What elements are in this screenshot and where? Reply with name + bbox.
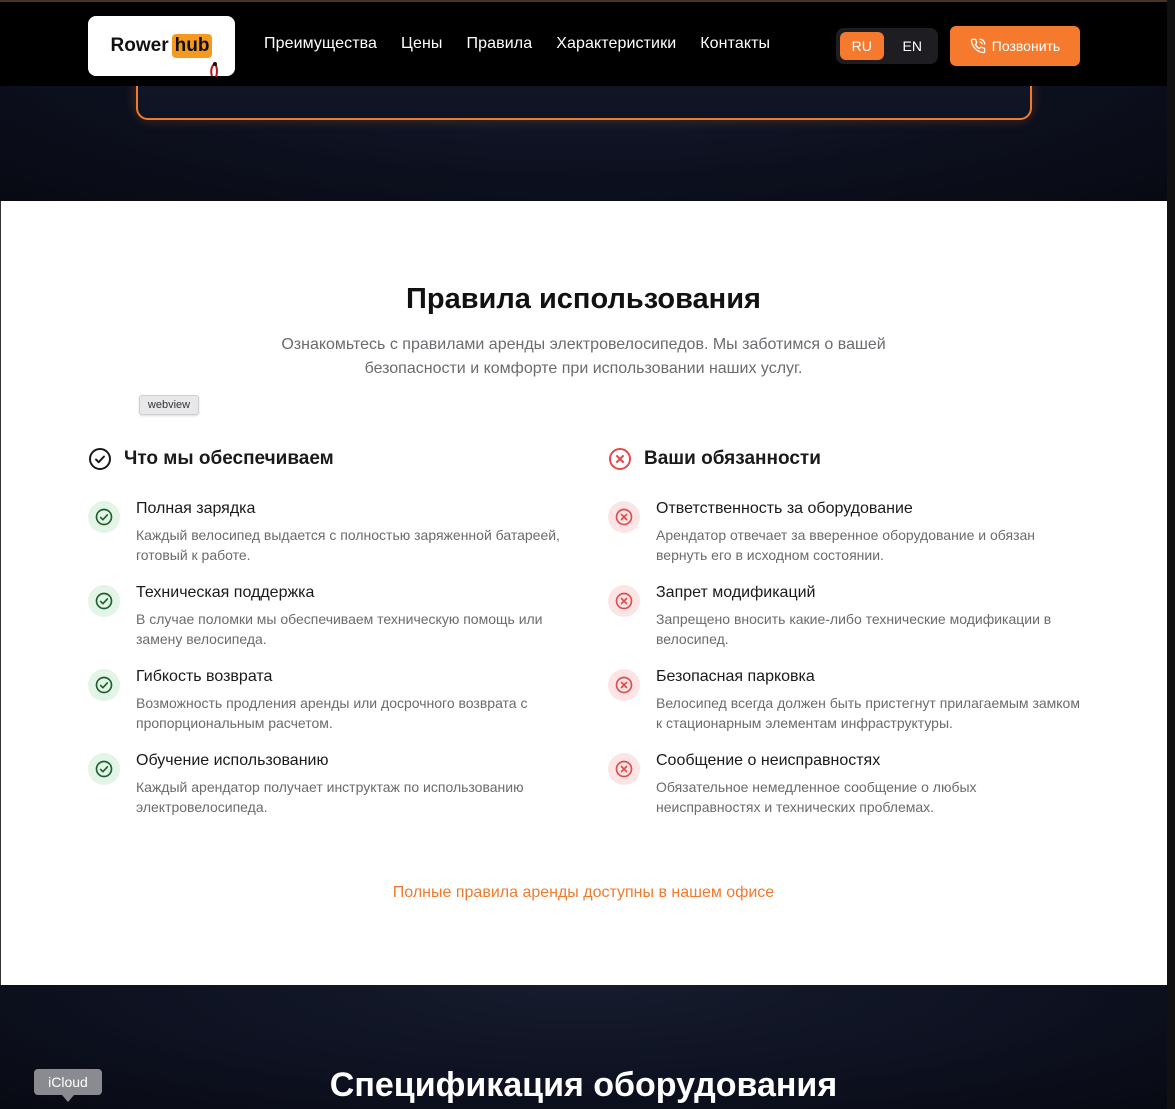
duties-heading-label: Ваши обязанности bbox=[644, 448, 821, 469]
item-desc: Каждый арендатор получает инструктаж по … bbox=[136, 779, 524, 815]
full-rules-note: Полные правила аренды доступны в нашем о… bbox=[392, 884, 775, 901]
rules-subtitle: Ознакомьтесь с правилами аренды электров… bbox=[281, 336, 886, 377]
call-button-label: Позвонить bbox=[991, 38, 1061, 54]
phone-icon bbox=[970, 38, 986, 54]
item-desc: Велосипед всегда должен быть пристегнут … bbox=[656, 695, 1080, 731]
item-desc: В случае поломки мы обеспечиваем техниче… bbox=[136, 611, 543, 647]
item-desc: Обязательное немедленное сообщение о люб… bbox=[656, 779, 977, 815]
provide-heading: Что мы обеспечиваем bbox=[88, 447, 334, 471]
item-title: Безопасная парковка bbox=[656, 668, 815, 685]
item-title: Полная зарядка bbox=[136, 500, 256, 517]
item-title: Техническая поддержка bbox=[136, 584, 315, 601]
logo-bike-mark-icon bbox=[210, 62, 219, 78]
icloud-tooltip: iCloud bbox=[34, 1069, 102, 1102]
logo[interactable]: Rower hub bbox=[88, 16, 235, 78]
specs-title: Спецификация оборудования bbox=[329, 1066, 838, 1104]
rules-title: Правила использования bbox=[406, 283, 761, 315]
webview-tag: webview bbox=[139, 395, 199, 415]
nav-advantages[interactable]: Преимущества bbox=[264, 35, 377, 53]
item-title: Запрет модификаций bbox=[656, 584, 816, 601]
item-title: Обучение использованию bbox=[136, 752, 329, 769]
item-title: Ответственность за оборудование bbox=[656, 500, 913, 517]
lang-en-button[interactable]: EN bbox=[891, 32, 935, 60]
lang-ru-button[interactable]: RU bbox=[840, 32, 884, 60]
nav-specs[interactable]: Характеристики bbox=[556, 35, 676, 53]
nav-contacts[interactable]: Контакты bbox=[700, 35, 770, 53]
check-badge-icon bbox=[88, 669, 120, 701]
check-badge-icon bbox=[88, 585, 120, 617]
site-header: Rower hub Преимущества Цены Правила Хара… bbox=[0, 0, 1167, 86]
x-badge-icon bbox=[608, 501, 640, 533]
provide-heading-label: Что мы обеспечиваем bbox=[124, 448, 334, 469]
check-badge-icon bbox=[88, 753, 120, 785]
item-desc: Каждый велосипед выдается с полностью за… bbox=[136, 527, 560, 563]
duties-heading: Ваши обязанности bbox=[608, 447, 821, 471]
x-circle-icon bbox=[609, 448, 631, 470]
item-title: Сообщение о неисправностях bbox=[656, 752, 881, 769]
language-switcher: RU EN bbox=[836, 28, 938, 64]
logo-hub: hub bbox=[171, 34, 213, 58]
check-badge-icon bbox=[88, 501, 120, 533]
x-badge-icon bbox=[608, 585, 640, 617]
item-desc: Возможность продления аренды или досрочн… bbox=[136, 695, 528, 731]
x-badge-icon bbox=[608, 669, 640, 701]
x-badge-icon bbox=[608, 753, 640, 785]
logo-word: Rower bbox=[110, 35, 169, 56]
item-title: Гибкость возврата bbox=[136, 668, 273, 685]
window-edge bbox=[1167, 0, 1175, 1109]
item-desc: Арендатор отвечает за вверенное оборудов… bbox=[656, 527, 1036, 563]
call-button[interactable]: Позвонить bbox=[950, 26, 1080, 66]
check-circle-icon bbox=[89, 448, 111, 470]
nav-rules[interactable]: Правила bbox=[467, 35, 533, 53]
main-nav: Преимущества Цены Правила Характеристики… bbox=[264, 35, 770, 53]
item-desc: Запрещено вносить какие-либо технические… bbox=[656, 611, 1052, 647]
nav-prices[interactable]: Цены bbox=[401, 35, 442, 53]
